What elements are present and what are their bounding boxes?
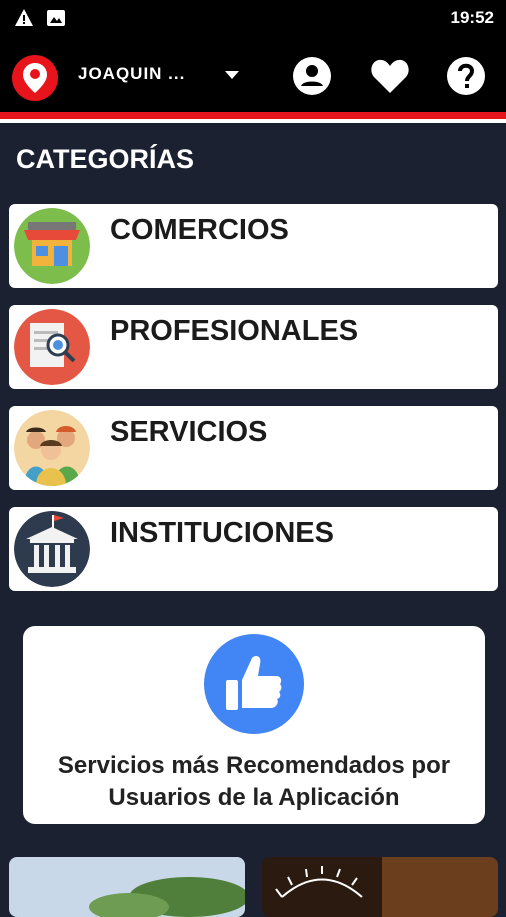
recommended-line-2: Usuarios de la Aplicación	[108, 784, 400, 811]
location-selector[interactable]: JOAQUIN ...	[78, 64, 185, 84]
people-icon	[14, 410, 90, 486]
chevron-down-icon[interactable]	[224, 70, 240, 80]
app-bar: JOAQUIN ...	[0, 36, 506, 112]
thumbs-up-icon	[204, 634, 304, 734]
image-icon	[47, 10, 65, 26]
promo-image-left[interactable]	[9, 857, 245, 917]
category-card-instituciones[interactable]: INSTITUCIONES	[9, 507, 498, 591]
category-card-profesionales[interactable]: PROFESIONALES	[9, 305, 498, 389]
category-label: SERVICIOS	[110, 416, 268, 448]
help-icon[interactable]	[446, 56, 486, 96]
promo-image-right[interactable]	[262, 857, 498, 917]
document-magnifier-icon	[14, 309, 90, 385]
category-card-comercios[interactable]: COMERCIOS	[9, 204, 498, 288]
status-bar: 19:52	[0, 0, 506, 36]
recommended-line-1: Servicios más Recomendados por	[57, 752, 451, 779]
category-label: PROFESIONALES	[110, 315, 359, 347]
section-title: CATEGORÍAS	[16, 144, 195, 174]
recommended-services-card[interactable]: Servicios más Recomendados por Usuarios …	[23, 626, 485, 824]
header-accent-line	[0, 112, 506, 119]
account-icon[interactable]	[292, 56, 332, 96]
category-label: INSTITUCIONES	[110, 517, 334, 549]
warning-icon	[15, 9, 33, 26]
building-icon	[14, 511, 90, 587]
category-label: COMERCIOS	[110, 214, 289, 246]
heart-icon[interactable]	[370, 58, 410, 94]
status-time: 19:52	[450, 8, 494, 27]
category-card-servicios[interactable]: SERVICIOS	[9, 406, 498, 490]
location-pin-icon[interactable]	[12, 55, 58, 101]
header-divider	[0, 119, 506, 123]
store-icon	[14, 208, 90, 284]
recommended-services-text: Servicios más Recomendados por Usuarios …	[23, 750, 485, 814]
